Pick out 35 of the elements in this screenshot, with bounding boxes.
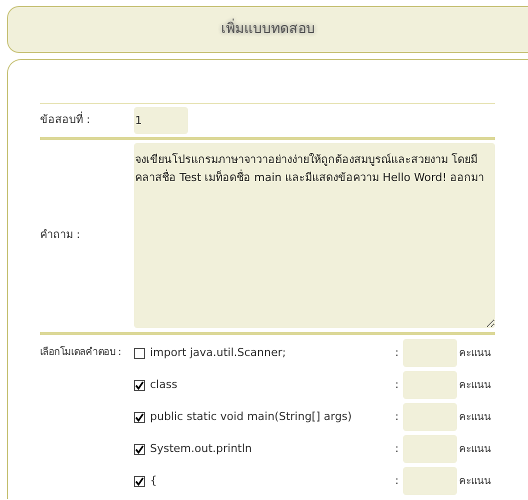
checkbox[interactable] [134, 444, 145, 454]
answer-option: { [150, 472, 395, 490]
score-field[interactable] [403, 403, 457, 431]
field-label: เลือกโมเดลคำตอบ : [40, 345, 122, 360]
field-label: คำถาม : [40, 227, 82, 244]
score-unit: คะแนน [459, 474, 491, 488]
checkmark-icon [135, 444, 144, 454]
question-field[interactable]: จงเขียนโปรแกรมภาษาจาวาอย่างง่ายให้ถูกต้องสมบูรณ์และสวยงาม โดยมีคลาสชื่อ Test เมท็อดชื่อ main และมีแสดงข้อความ Hello Word! ออกมา [134, 143, 495, 328]
checkbox[interactable] [134, 476, 145, 486]
checkbox[interactable] [134, 412, 145, 422]
score-unit: คะแนน [459, 410, 491, 424]
answer-option: class [150, 376, 395, 394]
separator-colon: : [395, 376, 400, 393]
separator-colon: : [395, 344, 400, 361]
question-number-field[interactable]: 1 [134, 107, 188, 134]
answer-option: import java.util.Scanner; [150, 344, 395, 362]
checkmark-icon [135, 380, 144, 390]
score-field[interactable] [403, 339, 457, 367]
score-unit: คะแนน [459, 442, 491, 456]
score-field[interactable] [403, 435, 457, 463]
score-unit: คะแนน [459, 378, 491, 392]
checkbox[interactable] [134, 348, 145, 358]
answer-option: System.out.println [150, 440, 395, 458]
score-field[interactable] [403, 467, 457, 495]
score-field[interactable] [403, 371, 457, 399]
separator-colon: : [395, 472, 400, 489]
checkmark-icon [135, 412, 144, 422]
field-label: ข้อสอบที่ : [40, 112, 92, 128]
checkmark-icon [135, 476, 144, 486]
separator-colon: : [395, 408, 400, 425]
page-title: เพิ่มแบบทดสอบ [221, 19, 315, 40]
answer-option: public static void main(String[] args) [150, 408, 395, 426]
checkbox[interactable] [134, 380, 145, 390]
score-unit: คะแนน [459, 346, 491, 360]
separator-colon: : [395, 440, 400, 457]
